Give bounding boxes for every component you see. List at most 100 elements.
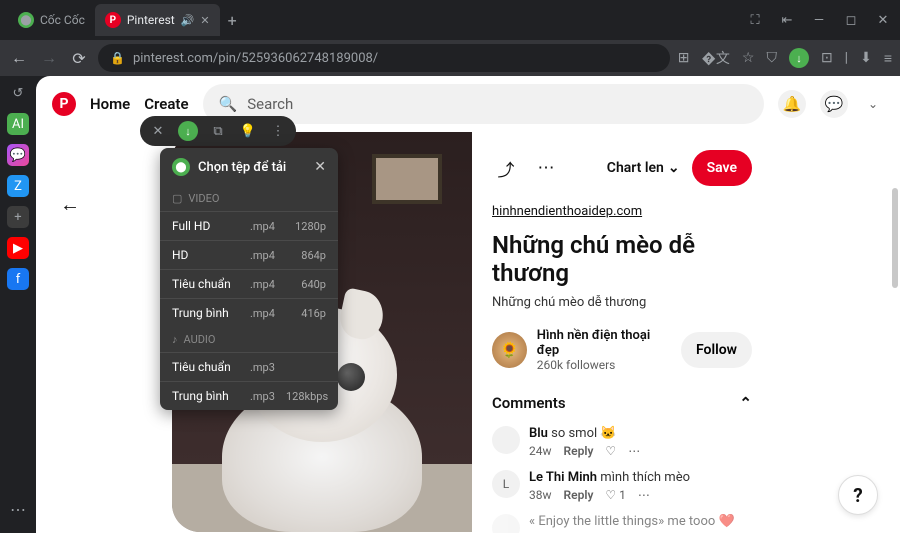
download-icon[interactable]: ↓ (789, 48, 809, 68)
chevron-down-icon: ⌄ (668, 160, 680, 176)
downloads-icon[interactable]: ⬇ (860, 50, 872, 66)
audio-icon: ♪ (172, 333, 178, 346)
pinterest-logo-icon[interactable]: P (52, 92, 76, 116)
more-icon[interactable]: ⋯ (532, 154, 560, 182)
notifications-icon[interactable]: 🔔 (778, 90, 806, 118)
main: ↺ AI 💬 Z + ▶ f ⋯ P Home Create 🔍 Search … (0, 76, 900, 533)
downloader-download-icon[interactable]: ↓ (178, 121, 198, 141)
extensions-icon[interactable]: ⊡ (821, 50, 833, 66)
downloader-close-icon[interactable]: ✕ (148, 121, 168, 141)
download-option[interactable]: Trung bình.mp3128kbps (160, 381, 338, 410)
account-chevron-icon[interactable]: ⌄ (862, 97, 884, 111)
menu-icon[interactable]: ≡ (884, 50, 892, 67)
downloader-panel-close-icon[interactable]: ✕ (314, 159, 326, 175)
reply-button[interactable]: Reply (564, 488, 594, 502)
tab-coccoc[interactable]: ⬤ Cốc Cốc (8, 4, 95, 36)
sidebar-more-icon[interactable]: ⋯ (10, 500, 26, 527)
url-bar: ← → ⟳ 🔒 pinterest.com/pin/52593606274818… (0, 40, 900, 76)
messenger-icon[interactable]: 💬 (7, 144, 29, 166)
share-icon[interactable]: ⤴ (492, 154, 520, 182)
close-window-button[interactable]: ✕ (874, 13, 892, 28)
comment-item: « Enjoy the little things» me tooo ❤️ (492, 514, 752, 533)
downloader-toolbar: ✕ ↓ ⧉ 💡 ⋮ (140, 116, 296, 146)
help-button[interactable]: ? (838, 475, 878, 515)
maximize-button[interactable]: ◻ (842, 13, 860, 28)
window-controls: ⛶ ⇤ — ◻ ✕ (746, 13, 892, 28)
comment-avatar[interactable]: L (492, 470, 520, 498)
translate-icon[interactable]: �文 (702, 48, 730, 68)
downloader-bulb-icon[interactable]: 💡 (238, 121, 258, 141)
download-option[interactable]: Tiêu chuẩn.mp4640p (160, 269, 338, 298)
comment-avatar[interactable] (492, 514, 520, 533)
audio-icon[interactable]: 🔊 (181, 14, 195, 27)
tab-pinterest[interactable]: P Pinterest 🔊 ✕ (95, 4, 220, 36)
download-option[interactable]: Full HD.mp41280p (160, 211, 338, 240)
new-tab-button[interactable]: + (220, 11, 245, 30)
divider: | (845, 50, 848, 66)
chevron-up-icon: ⌃ (739, 394, 752, 412)
downloader-more-icon[interactable]: ⋮ (268, 121, 288, 141)
messages-icon[interactable]: 💬 (820, 90, 848, 118)
uploader-name[interactable]: Hình nền điện thoại đẹp (537, 328, 671, 358)
forward-button[interactable]: → (38, 48, 60, 68)
downloader-panel: ⬤ Chọn tệp để tải ✕ ▢ VIDEO Full HD.mp41… (160, 148, 338, 410)
video-section-label: ▢ VIDEO (160, 186, 338, 211)
downloader-pip-icon[interactable]: ⧉ (208, 121, 228, 141)
screenshot-icon[interactable]: ⛶ (746, 13, 764, 28)
url-actions: ⊞ �文 ☆ ⛉ ↓ ⊡ | ⬇ ≡ (678, 48, 892, 68)
zalo-icon[interactable]: Z (7, 175, 29, 197)
downloader-title: Chọn tệp để tải (198, 160, 286, 175)
download-option[interactable]: Tiêu chuẩn.mp3 (160, 352, 338, 381)
search-placeholder: Search (247, 95, 293, 113)
comment-item: Blu so smol 🐱 24w Reply ♡ ⋯ (492, 426, 752, 458)
shield-icon[interactable]: ⛉ (766, 50, 777, 66)
like-icon[interactable]: ♡ (605, 444, 616, 458)
close-tab-icon[interactable]: ✕ (200, 14, 209, 27)
facebook-icon[interactable]: f (7, 268, 29, 290)
ai-icon[interactable]: AI (7, 113, 29, 135)
picture-frame (372, 154, 442, 204)
browser-tab-strip: ⬤ Cốc Cốc P Pinterest 🔊 ✕ + ⛶ ⇤ — ◻ ✕ (0, 0, 900, 40)
browser-sidebar: ↺ AI 💬 Z + ▶ f ⋯ (0, 76, 36, 533)
reply-button[interactable]: Reply (564, 444, 594, 458)
pin-title: Những chú mèo dễ thương (492, 231, 752, 287)
uploader-followers: 260k followers (537, 358, 671, 372)
nav-home[interactable]: Home (90, 95, 130, 113)
minimize-button[interactable]: — (810, 13, 828, 28)
search-icon: 🔍 (219, 95, 238, 113)
uploader-avatar[interactable]: 🌻 (492, 332, 527, 368)
like-icon[interactable]: ♡ 1 (605, 488, 625, 502)
coccoc-icon: ⬤ (18, 12, 34, 28)
bookmark-icon[interactable]: ☆ (742, 50, 755, 66)
coccoc-small-icon: ⬤ (172, 158, 190, 176)
install-icon[interactable]: ⊞ (678, 50, 690, 66)
follow-button[interactable]: Follow (681, 332, 752, 368)
pinterest-icon: P (105, 12, 121, 28)
nav-create[interactable]: Create (144, 95, 188, 113)
scrollbar[interactable] (890, 188, 900, 533)
youtube-icon[interactable]: ▶ (7, 237, 29, 259)
page-content: P Home Create 🔍 Search 🔔 💬 ⌄ ✕ ↓ ⧉ 💡 ⋮ ⬤… (36, 76, 900, 533)
address-bar[interactable]: 🔒 pinterest.com/pin/525936062748189008/ (98, 44, 670, 72)
comment-item: L Le Thi Minh mình thích mèo 38w Reply ♡… (492, 470, 752, 502)
tab-label: Cốc Cốc (40, 13, 85, 27)
reload-button[interactable]: ⟳ (68, 49, 90, 68)
add-sidebar-icon[interactable]: + (7, 206, 29, 228)
tab-label: Pinterest (127, 13, 175, 27)
comment-avatar[interactable] (492, 426, 520, 454)
comment-more-icon[interactable]: ⋯ (628, 444, 640, 458)
video-icon: ▢ (172, 192, 182, 205)
lock-icon: 🔒 (110, 51, 125, 65)
history-icon[interactable]: ↺ (7, 82, 29, 104)
board-selector[interactable]: Chart len ⌄ (607, 160, 680, 176)
back-arrow-button[interactable]: ← (50, 184, 90, 224)
source-link[interactable]: hinhnendienthoaidep.com (492, 204, 642, 219)
download-option[interactable]: HD.mp4864p (160, 240, 338, 269)
comments-toggle[interactable]: Comments ⌃ (492, 394, 752, 412)
download-option[interactable]: Trung bình.mp4416p (160, 298, 338, 327)
comment-more-icon[interactable]: ⋯ (638, 488, 650, 502)
back-button[interactable]: ← (8, 48, 30, 68)
pin-description: Những chú mèo dễ thương (492, 295, 752, 310)
save-button[interactable]: Save (692, 150, 752, 186)
sidebar-toggle-icon[interactable]: ⇤ (778, 13, 796, 28)
